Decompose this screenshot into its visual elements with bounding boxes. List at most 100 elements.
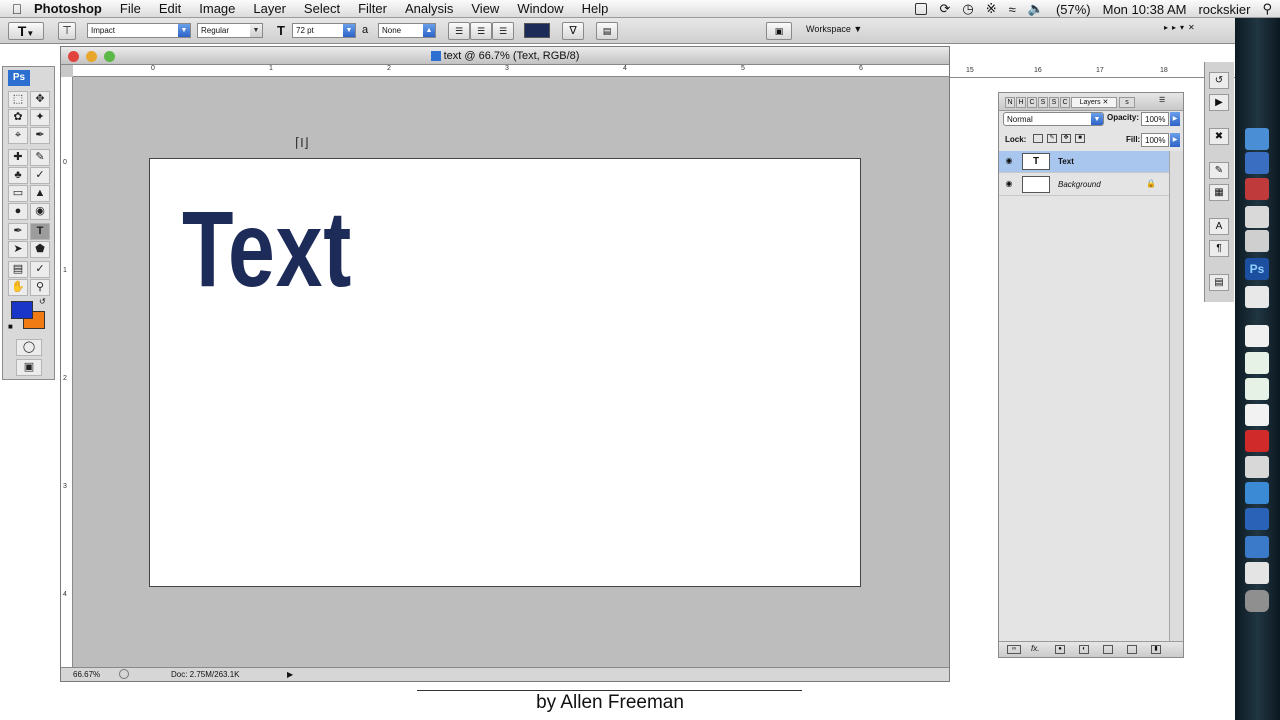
brush-tool-icon[interactable]: ✎	[30, 149, 50, 166]
file-dock-icon[interactable]	[1245, 325, 1269, 347]
menu-analysis[interactable]: Analysis	[405, 1, 453, 16]
tab-histogram[interactable]: H	[1016, 97, 1026, 108]
visibility-eye-icon[interactable]: ◉	[1003, 156, 1015, 166]
apple-menu-icon[interactable]: 	[0, 1, 34, 17]
menu-select[interactable]: Select	[304, 1, 340, 16]
drive-dock-icon[interactable]	[1245, 206, 1269, 228]
antialias-select[interactable]: None ▲	[378, 23, 436, 38]
fill-field[interactable]: 100%	[1141, 133, 1169, 147]
spotlight-search-icon[interactable]: ⚲	[1262, 1, 1272, 17]
tab-paths[interactable]: s	[1119, 97, 1135, 108]
align-center-button[interactable]: ☰	[470, 22, 492, 40]
acrobat-dock-icon[interactable]	[1245, 430, 1269, 452]
crop-tool-icon[interactable]: ⌖	[8, 127, 28, 144]
tab-layers[interactable]: Layers ✕	[1071, 97, 1117, 108]
status-icon[interactable]	[119, 669, 129, 679]
clone-source-icon[interactable]: ▦	[1209, 184, 1229, 201]
dodge-tool-icon[interactable]: ◉	[30, 203, 50, 220]
menu-window[interactable]: Window	[517, 1, 563, 16]
marquee-tool-icon[interactable]: ⬚	[8, 91, 28, 108]
link-layers-icon[interactable]: ∞	[1007, 645, 1021, 654]
zoom-tool-icon[interactable]: ⚲	[30, 279, 50, 296]
clone-stamp-tool-icon[interactable]: ♣	[8, 167, 28, 184]
foreground-color-swatch[interactable]	[11, 301, 33, 319]
time-machine-icon[interactable]: ◷	[962, 1, 973, 17]
layer-name[interactable]: Text	[1058, 157, 1074, 166]
bluetooth-icon[interactable]: ※	[986, 1, 997, 17]
default-colors-icon[interactable]: ■	[8, 322, 13, 331]
notes-tool-icon[interactable]: ▤	[8, 261, 28, 278]
tab-navigator[interactable]: N	[1005, 97, 1015, 108]
paragraph-panel-icon[interactable]: ¶	[1209, 240, 1229, 257]
text-color-swatch[interactable]	[524, 23, 550, 38]
font-size-field[interactable]: 72 pt ▼	[292, 23, 356, 38]
visibility-eye-icon[interactable]: ◉	[1003, 179, 1015, 189]
numbers-dock-icon[interactable]	[1245, 378, 1269, 400]
swap-colors-icon[interactable]: ↺	[39, 297, 46, 306]
tab-swatches[interactable]: S	[1038, 97, 1048, 108]
panel-menu-icon[interactable]: ☰	[1159, 96, 1165, 104]
new-layer-icon[interactable]	[1127, 645, 1137, 654]
zoom-level[interactable]: 66.67%	[73, 668, 100, 681]
hand-tool-icon[interactable]: ✋	[8, 279, 28, 296]
tab-channels[interactable]: C	[1060, 97, 1070, 108]
bridge-button[interactable]: ▣	[766, 22, 792, 40]
layer-name[interactable]: Background	[1058, 180, 1101, 189]
workspace-menu[interactable]: Workspace ▼	[806, 24, 862, 34]
spreadsheet-dock-icon[interactable]	[1245, 352, 1269, 374]
display-icon[interactable]	[915, 3, 928, 15]
info-panel-icon[interactable]: ▤	[1209, 274, 1229, 291]
menu-filter[interactable]: Filter	[358, 1, 387, 16]
pasteboard[interactable]: ⌈I⌋ Text	[73, 77, 949, 667]
preview-dock-icon[interactable]	[1245, 562, 1269, 584]
menu-edit[interactable]: Edit	[159, 1, 181, 16]
pen-tool-icon[interactable]: ✒	[8, 223, 28, 240]
eyedropper-tool-icon[interactable]: ✓	[30, 261, 50, 278]
document-title-bar[interactable]: text @ 66.7% (Text, RGB/8)	[61, 47, 949, 65]
disk-dock-icon[interactable]	[1245, 230, 1269, 252]
blend-mode-select[interactable]: Normal ▼	[1003, 112, 1104, 126]
shape-tool-icon[interactable]: ⬟	[30, 241, 50, 258]
move-tool-icon[interactable]: ✥	[30, 91, 50, 108]
lock-image-icon[interactable]: ✎	[1047, 134, 1057, 143]
horizontal-ruler[interactable]: 0 1 2 3 4 5 6	[73, 65, 949, 77]
menu-file[interactable]: File	[120, 1, 141, 16]
opacity-slider-arrow-icon[interactable]: ▶	[1170, 112, 1180, 126]
layers-scrollbar[interactable]	[1169, 151, 1183, 641]
zoom-window-button[interactable]	[104, 51, 115, 62]
video-dock-icon[interactable]	[1245, 178, 1269, 200]
tool-presets-icon[interactable]: ✖	[1209, 128, 1229, 145]
layer-style-fx-icon[interactable]: fx.	[1031, 644, 1039, 653]
new-group-icon[interactable]	[1103, 645, 1113, 654]
word-dock-icon[interactable]	[1245, 508, 1269, 530]
brushes-panel-icon[interactable]: ✎	[1209, 162, 1229, 179]
healing-brush-tool-icon[interactable]: ✚	[8, 149, 28, 166]
align-right-button[interactable]: ☰	[492, 22, 514, 40]
history-panel-icon[interactable]: ↺	[1209, 72, 1229, 89]
sync-icon[interactable]: ⟳	[939, 1, 950, 17]
trash-dock-icon[interactable]	[1245, 590, 1269, 612]
battery-status[interactable]: (57%)	[1056, 2, 1091, 17]
warp-text-button[interactable]: ∇	[562, 22, 584, 40]
canvas[interactable]: Text	[149, 158, 861, 587]
slice-tool-icon[interactable]: ✒	[30, 127, 50, 144]
path-selection-tool-icon[interactable]: ➤	[8, 241, 28, 258]
opacity-field[interactable]: 100%	[1141, 112, 1169, 126]
eraser-tool-icon[interactable]: ▭	[8, 185, 28, 202]
clock[interactable]: Mon 10:38 AM	[1103, 2, 1187, 17]
document-dock-icon[interactable]	[1245, 286, 1269, 308]
user-name[interactable]: rockskier	[1198, 2, 1250, 17]
volume-icon[interactable]: 🔈	[1028, 1, 1044, 17]
status-menu-arrow-icon[interactable]: ▶	[287, 668, 293, 681]
network-dock-icon[interactable]	[1245, 536, 1269, 558]
paint-bucket-tool-icon[interactable]: ▲	[30, 185, 50, 202]
mail-dock-icon[interactable]	[1245, 152, 1269, 174]
menu-view[interactable]: View	[471, 1, 499, 16]
type-tool-icon[interactable]: T	[30, 223, 50, 240]
app-menu[interactable]: Photoshop	[34, 1, 102, 16]
wifi-icon[interactable]: ≈	[1009, 2, 1016, 17]
screen-mode-icon[interactable]: ▣	[16, 359, 42, 376]
history-brush-tool-icon[interactable]: ✓	[30, 167, 50, 184]
lock-position-icon[interactable]: ✥	[1061, 134, 1071, 143]
lock-all-icon[interactable]: ■	[1075, 134, 1085, 143]
